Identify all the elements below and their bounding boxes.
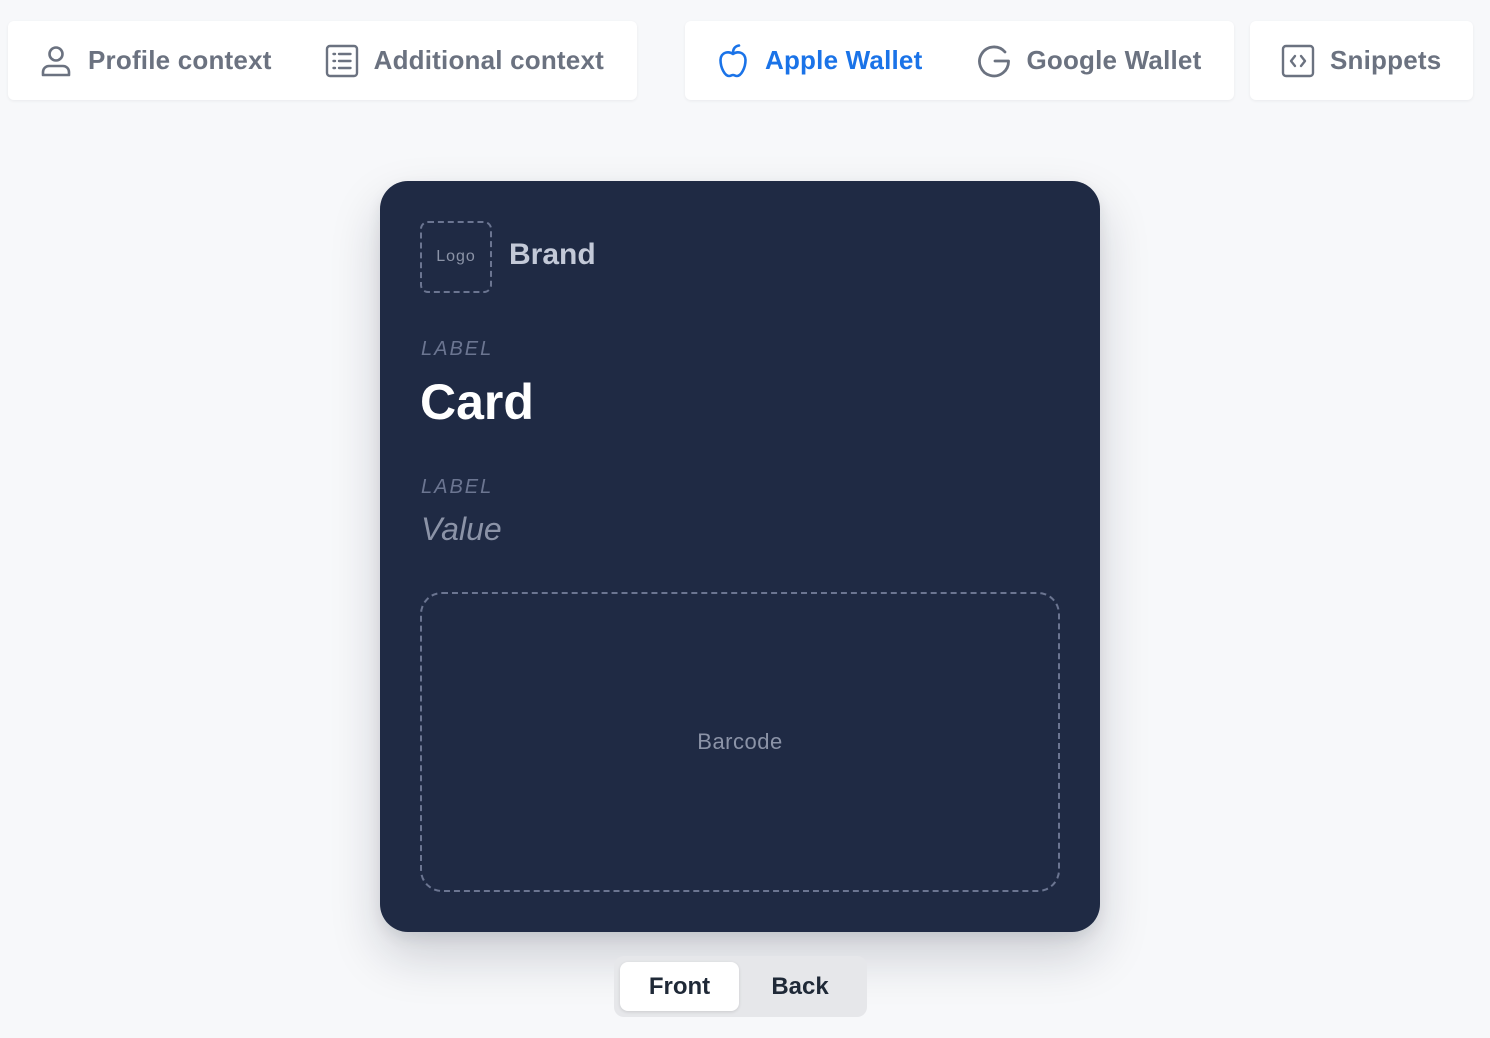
apple-icon — [715, 43, 751, 79]
google-wallet-label: Google Wallet — [1026, 45, 1202, 75]
snippets-toolbar: Snippets — [1250, 21, 1473, 100]
front-toggle-button[interactable]: Front — [620, 962, 739, 1011]
secondary-field-label: LABEL — [421, 476, 494, 498]
back-toggle-button[interactable]: Back — [739, 962, 861, 1011]
profile-context-button[interactable]: Profile context — [38, 21, 272, 100]
wallet-toolbar: Apple Wallet Google Wallet — [685, 21, 1234, 100]
profile-context-label: Profile context — [88, 45, 272, 75]
logo-placeholder[interactable]: Logo — [420, 221, 492, 293]
primary-field-label: LABEL — [421, 338, 494, 360]
code-icon — [1280, 43, 1316, 79]
list-icon — [324, 43, 360, 79]
snippets-label: Snippets — [1330, 45, 1442, 75]
secondary-field-value: Value — [421, 511, 502, 547]
google-wallet-tab[interactable]: Google Wallet — [976, 21, 1201, 100]
additional-context-button[interactable]: Additional context — [324, 21, 604, 100]
brand-name: Brand — [509, 238, 596, 271]
context-toolbar: Profile context Additional context — [8, 21, 637, 100]
apple-wallet-tab[interactable]: Apple Wallet — [715, 21, 922, 100]
side-toggle: Front Back — [614, 956, 867, 1017]
barcode-placeholder[interactable]: Barcode — [420, 592, 1060, 892]
snippets-button[interactable]: Snippets — [1280, 21, 1441, 100]
google-icon — [976, 43, 1012, 79]
apple-wallet-label: Apple Wallet — [765, 45, 923, 75]
primary-field-value: Card — [420, 374, 534, 430]
pass-preview-card: Logo Brand LABEL Card LABEL Value Barcod… — [380, 181, 1100, 932]
user-icon — [38, 43, 74, 79]
additional-context-label: Additional context — [373, 45, 604, 75]
